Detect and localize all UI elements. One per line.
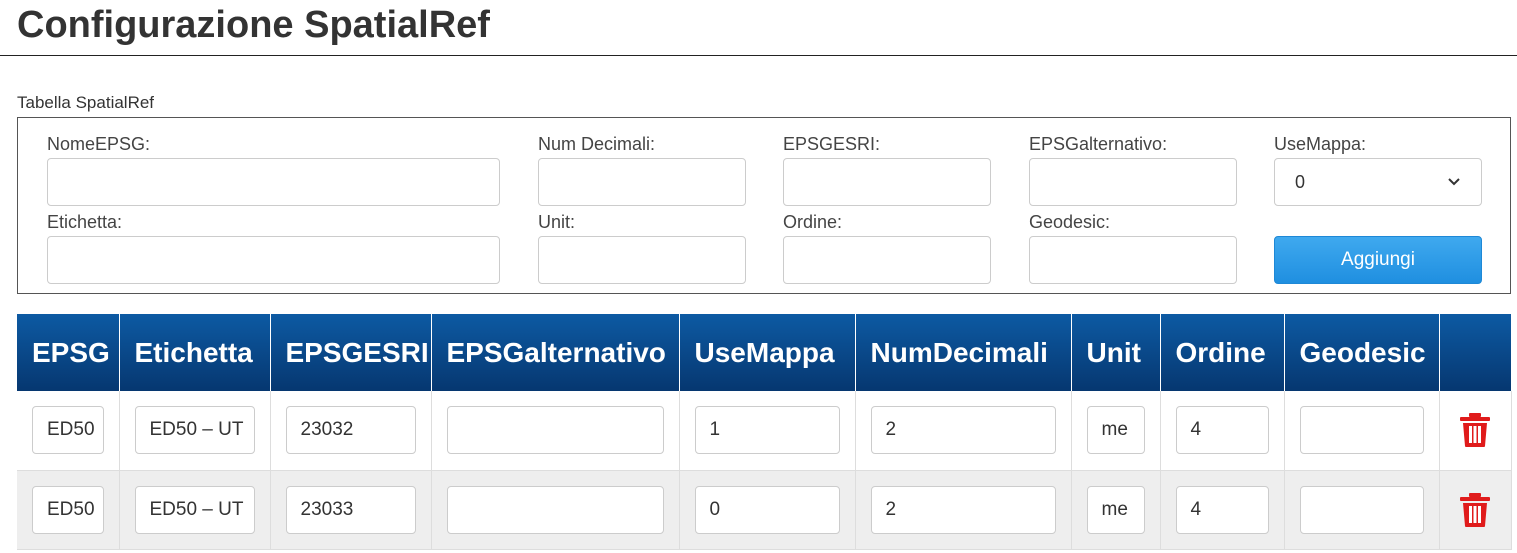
epsgesri-label: EPSGESRI: [783, 134, 881, 154]
epsg-cell-input[interactable]: ED50 [32, 406, 104, 455]
column-header-etichetta[interactable]: Etichetta [119, 314, 271, 391]
num-decimali-cell-input[interactable]: 2 [870, 485, 1056, 534]
geodesic-cell-input[interactable] [1299, 485, 1424, 534]
unit-label: Unit: [538, 212, 576, 232]
ordine-label: Ordine: [783, 212, 843, 232]
add-button[interactable]: Aggiungi [1274, 236, 1482, 284]
column-header-unit[interactable]: Unit [1071, 314, 1161, 391]
etichetta-input[interactable] [47, 236, 500, 284]
column-header-epsgesri[interactable]: EPSGESRI [270, 314, 432, 391]
ordine-cell-input[interactable]: 4 [1175, 406, 1269, 455]
use-mappa-selected-value: 0 [1295, 171, 1306, 192]
nome-epsg-label: NomeEPSG: [47, 134, 151, 154]
num-decimali-cell-input[interactable]: 2 [870, 406, 1056, 455]
etichetta-label: Etichetta: [47, 212, 123, 232]
epsg-alternativo-cell-input[interactable] [446, 406, 664, 455]
column-header-ordine[interactable]: Ordine [1160, 314, 1285, 391]
column-header-actions [1439, 314, 1512, 391]
section-label: Tabella SpatialRef [17, 93, 155, 112]
geodesic-input[interactable] [1029, 236, 1237, 284]
epsg-alternativo-input[interactable] [1029, 158, 1237, 206]
spatialref-form: NomeEPSG: Num Decimali: EPSGESRI: EPSGal… [17, 117, 1511, 294]
geodesic-cell-input[interactable] [1299, 406, 1424, 455]
column-header-geodesic[interactable]: Geodesic [1284, 314, 1440, 391]
etichetta-cell-input[interactable]: ED50 – UT [134, 406, 255, 455]
epsgesri-input[interactable] [783, 158, 991, 206]
use-mappa-cell-input[interactable]: 1 [694, 406, 840, 455]
column-header-epsg-alternativo[interactable]: EPSGalternativo [431, 314, 680, 391]
trash-icon[interactable] [1458, 412, 1492, 448]
nome-epsg-input[interactable] [47, 158, 500, 206]
epsg-cell-input[interactable]: ED50 [32, 485, 104, 534]
epsgesri-cell-input[interactable]: 23033 [285, 485, 416, 534]
column-header-epsg[interactable]: EPSG [17, 314, 120, 391]
column-header-use-mappa[interactable]: UseMappa [679, 314, 856, 391]
column-header-num-decimali[interactable]: NumDecimali [855, 314, 1072, 391]
unit-cell-input[interactable]: me [1086, 406, 1145, 455]
spatialref-table: EPSG Etichetta EPSGESRI EPSGalternativo … [17, 314, 1512, 550]
trash-icon[interactable] [1458, 492, 1492, 528]
table-row: ED50 ED50 – UT 23032 1 2 me 4 [17, 391, 1512, 471]
num-decimali-input[interactable] [538, 158, 746, 206]
chevron-down-icon [1448, 178, 1460, 186]
use-mappa-label: UseMappa: [1274, 134, 1367, 154]
unit-cell-input[interactable]: me [1086, 485, 1145, 534]
page-title: Configurazione SpatialRef [17, 4, 490, 46]
epsg-alternativo-label: EPSGalternativo: [1029, 134, 1168, 154]
use-mappa-select[interactable]: 0 [1274, 158, 1482, 206]
table-header-row: EPSG Etichetta EPSGESRI EPSGalternativo … [17, 314, 1512, 391]
title-divider [0, 55, 1517, 56]
table-row: ED50 ED50 – UT 23033 0 2 me 4 [17, 470, 1512, 550]
num-decimali-label: Num Decimali: [538, 134, 656, 154]
epsgesri-cell-input[interactable]: 23032 [285, 406, 416, 455]
etichetta-cell-input[interactable]: ED50 – UT [134, 485, 255, 534]
ordine-cell-input[interactable]: 4 [1175, 485, 1269, 534]
unit-input[interactable] [538, 236, 746, 284]
use-mappa-cell-input[interactable]: 0 [694, 485, 840, 534]
geodesic-label: Geodesic: [1029, 212, 1111, 232]
epsg-alternativo-cell-input[interactable] [446, 485, 664, 534]
ordine-input[interactable] [783, 236, 991, 284]
